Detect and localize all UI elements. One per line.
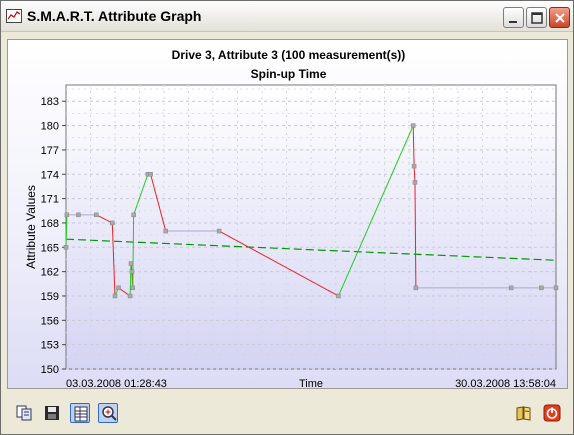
data-point: [163, 228, 168, 234]
data-point: [128, 261, 134, 266]
data-point: [130, 285, 136, 291]
power-icon: [543, 404, 561, 422]
y-tick-label: 174: [41, 169, 59, 181]
data-point: [94, 212, 99, 218]
data-point: [64, 212, 70, 218]
zoom-button[interactable]: [98, 403, 118, 423]
y-tick-label: 162: [41, 267, 59, 279]
data-point: [129, 269, 135, 274]
y-tick-label: 168: [41, 218, 59, 230]
copy-button[interactable]: [14, 403, 34, 423]
data-point: [410, 123, 416, 128]
window-title: S.M.A.R.T. Attribute Graph: [27, 8, 202, 24]
title-bar[interactable]: S.M.A.R.T. Attribute Graph: [1, 1, 573, 32]
y-tick-label: 177: [41, 145, 59, 157]
data-point: [127, 293, 133, 299]
y-tick-label: 183: [41, 96, 59, 108]
data-point: [112, 293, 118, 299]
data-point: [539, 285, 544, 291]
x-axis-label: Time: [299, 378, 323, 388]
y-tick-label: 171: [41, 194, 59, 206]
data-point: [336, 293, 341, 299]
help-button[interactable]: [514, 403, 534, 423]
y-tick-label: 165: [41, 242, 59, 254]
data-point: [148, 172, 153, 177]
y-tick-label: 159: [41, 291, 59, 303]
data-point: [508, 285, 514, 291]
data-point: [553, 285, 559, 291]
close-button[interactable]: [549, 7, 570, 28]
graph-window: S.M.A.R.T. Attribute Graph Drive 3, Attr…: [0, 0, 574, 435]
data-point: [216, 228, 222, 234]
help-book-icon: [516, 406, 531, 421]
data-point: [76, 212, 81, 218]
zoom-icon: [102, 406, 117, 421]
minimize-button[interactable]: [503, 7, 524, 28]
y-tick-label: 156: [41, 315, 59, 327]
chart-panel[interactable]: Drive 3, Attribute 3 (100 measurement(s)…: [7, 39, 568, 389]
data-point: [131, 212, 136, 218]
x-end-label: 30.03.2008 13:58:04: [455, 378, 556, 388]
data-point: [63, 245, 69, 250]
table-view-button[interactable]: [70, 403, 90, 423]
copy-icon: [16, 405, 32, 421]
y-tick-label: 150: [41, 364, 59, 376]
y-axis-label: Attribute Values: [24, 185, 38, 269]
chart-svg: 150 153 156 159 162 165 168 171 174 177 180 183 Attr…: [24, 84, 559, 388]
table-icon: [74, 406, 88, 422]
maximize-button[interactable]: [526, 7, 547, 28]
save-button[interactable]: [42, 403, 62, 423]
x-start-label: 03.03.2008 01:28:43: [66, 378, 167, 388]
data-point: [116, 285, 121, 291]
chart-app-icon: [6, 9, 22, 23]
data-point: [110, 220, 115, 226]
exit-button[interactable]: [542, 403, 562, 423]
data-point: [412, 180, 418, 185]
data-point: [411, 163, 417, 169]
y-tick-label: 180: [41, 121, 59, 133]
y-tick-label: 153: [41, 340, 59, 352]
save-icon: [45, 406, 59, 420]
data-point: [413, 285, 419, 291]
